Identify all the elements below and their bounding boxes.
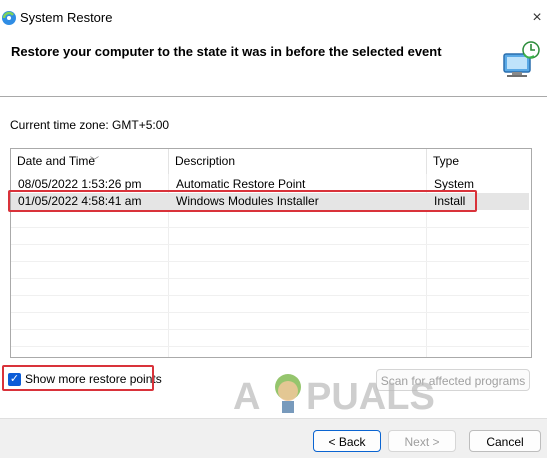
back-button[interactable]: < Back (313, 430, 381, 452)
row-divider (11, 227, 531, 228)
selected-row-highlight (8, 190, 477, 212)
wizard-footer (0, 418, 547, 458)
column-header-type-label: Type (433, 154, 460, 168)
restore-points-list[interactable]: ﹀ Date and Time Description Type 08/05/2… (10, 148, 532, 358)
sort-chevron-icon: ﹀ (90, 156, 100, 166)
row-divider (11, 261, 531, 262)
column-header-date-label: Date and Time (17, 154, 96, 168)
row-divider (11, 295, 531, 296)
restore-computer-icon (503, 41, 540, 77)
timezone-label: Current time zone: GMT+5:00 (10, 118, 170, 132)
cancel-button[interactable]: Cancel (469, 430, 541, 452)
close-button[interactable]: × (527, 6, 547, 30)
column-header-description-label: Description (175, 154, 236, 168)
column-header-description[interactable]: Description (169, 149, 427, 174)
window-title: System Restore (20, 10, 113, 25)
system-restore-icon (2, 11, 16, 25)
wizard-header: Restore your computer to the state it wa… (0, 36, 547, 97)
appuals-watermark-logo: A PUALS (233, 374, 435, 415)
next-button[interactable]: Next > (388, 430, 456, 452)
header-title: Restore your computer to the state it wa… (11, 44, 442, 59)
row-divider (11, 329, 531, 330)
svg-text:PUALS: PUALS (306, 376, 435, 415)
row-divider (11, 278, 531, 279)
row-divider (11, 346, 531, 347)
svg-text:A: A (233, 376, 260, 415)
column-header-type[interactable]: Type (427, 149, 531, 174)
row-divider (11, 312, 531, 313)
list-scrollbar[interactable] (529, 149, 531, 357)
row-divider (11, 244, 531, 245)
column-header-date[interactable]: ﹀ Date and Time (11, 149, 169, 174)
checkbox-highlight (2, 365, 154, 391)
